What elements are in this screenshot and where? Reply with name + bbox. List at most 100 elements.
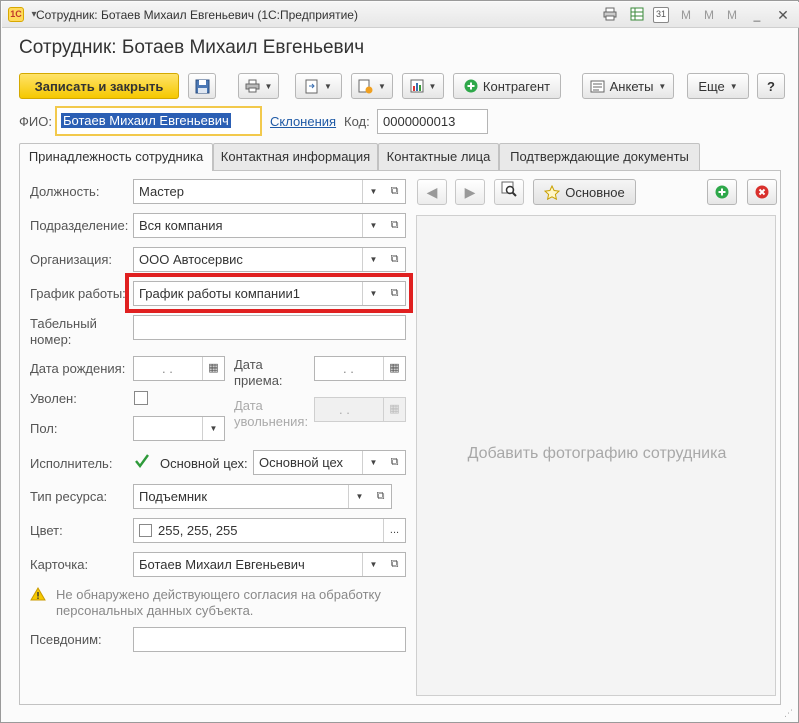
open-icon[interactable]: ⧉	[384, 552, 406, 577]
main-shop-value: Основной цех	[259, 455, 343, 470]
calendar-icon[interactable]: 31	[653, 7, 669, 23]
tab-contact-persons[interactable]: Контактные лица	[378, 143, 499, 170]
save-button[interactable]	[188, 73, 216, 99]
main-shop-field[interactable]: Основной цех ▼	[253, 450, 385, 475]
print-button[interactable]: ▼	[238, 73, 279, 99]
fio-label: ФИО:	[19, 114, 52, 129]
hire-date-value: . .	[343, 361, 354, 376]
chevron-down-icon[interactable]: ▼	[362, 248, 384, 271]
card-value: Ботаев Михаил Евгеньевич	[139, 557, 305, 572]
next-photo-button[interactable]: ▶	[455, 179, 485, 205]
chevron-down-icon: ▼	[324, 81, 332, 91]
organization-label: Организация:	[30, 252, 113, 267]
alias-field[interactable]	[133, 627, 406, 652]
open-icon[interactable]: ⧉	[384, 213, 406, 238]
kod-label: Код:	[344, 114, 370, 129]
document-arrow-icon	[305, 79, 318, 93]
main-shop-label: Основной цех:	[160, 456, 248, 471]
memory-minus-icon[interactable]: M	[701, 7, 717, 23]
print-icon[interactable]	[602, 7, 618, 23]
open-icon[interactable]: ⧉	[384, 179, 406, 204]
more-button[interactable]: Еще ▼	[687, 73, 749, 99]
birth-date-value: . .	[162, 361, 173, 376]
ankety-button[interactable]: Анкеты ▼	[582, 73, 674, 99]
open-icon[interactable]: ⧉	[384, 247, 406, 272]
chevron-down-icon[interactable]: ▼	[202, 417, 224, 440]
warning-icon	[30, 587, 46, 601]
fio-value: Ботаев Михаил Евгеньевич	[61, 113, 231, 128]
add-photo-placeholder: Добавить фотографию сотрудника	[467, 445, 727, 462]
calendar-icon: ▦	[383, 398, 405, 421]
open-icon[interactable]: ⧉	[370, 484, 392, 509]
chevron-down-icon[interactable]: ▼	[348, 485, 370, 508]
card-field[interactable]: Ботаев Михаил Евгеньевич ▼	[133, 552, 385, 577]
arrow-left-icon: ◀	[426, 184, 438, 200]
printer-icon	[245, 79, 260, 93]
delete-circle-icon	[755, 185, 769, 199]
birth-date-field[interactable]: . . ▦	[133, 356, 225, 381]
minimize-icon[interactable]: _	[749, 7, 765, 23]
close-icon[interactable]: ✕	[775, 7, 791, 23]
title-bar: 1С ▾ Сотрудник: Ботаев Михаил Евгеньевич…	[2, 2, 799, 28]
resize-grip-icon[interactable]: ⋰	[784, 708, 794, 718]
executor-checkbox[interactable]	[134, 453, 150, 469]
memory-m-icon[interactable]: M	[724, 7, 740, 23]
hire-date-field[interactable]: . . ▦	[314, 356, 406, 381]
resource-type-field[interactable]: Подъемник ▼	[133, 484, 371, 509]
form-icon	[590, 80, 605, 92]
fio-field[interactable]: Ботаев Михаил Евгеньевич	[55, 106, 262, 136]
prev-photo-button[interactable]: ◀	[417, 179, 447, 205]
department-value: Вся компания	[139, 218, 223, 233]
tab-number-field[interactable]	[133, 315, 406, 340]
dismissal-date-value: . .	[339, 402, 350, 417]
tab-contact-info[interactable]: Контактная информация	[213, 143, 378, 170]
memory-plus-icon[interactable]: M	[678, 7, 694, 23]
tab-belonging[interactable]: Принадлежность сотрудника	[19, 143, 213, 171]
chevron-down-icon[interactable]: ▼	[362, 214, 384, 237]
magnifier-icon	[501, 181, 517, 197]
delete-photo-button[interactable]	[747, 179, 777, 205]
window-title: Сотрудник: Ботаев Михаил Евгеньевич (1С:…	[36, 8, 358, 22]
department-field[interactable]: Вся компания ▼	[133, 213, 385, 238]
highlight-frame	[125, 273, 413, 313]
checkmark-icon	[135, 454, 149, 468]
chevron-down-icon: ▼	[658, 81, 667, 91]
create-based-on-button[interactable]: ▼	[351, 73, 393, 99]
color-field[interactable]: 255, 255, 255 ...	[133, 518, 406, 543]
set-main-photo-button[interactable]: Основное	[533, 179, 636, 205]
zoom-photo-button[interactable]	[494, 179, 524, 205]
photo-panel[interactable]: Добавить фотографию сотрудника	[416, 215, 776, 696]
declensions-link[interactable]: Склонения	[270, 114, 336, 129]
chevron-down-icon[interactable]: ▼	[362, 553, 384, 576]
position-label: Должность:	[30, 184, 100, 199]
app-logo-icon: 1С	[8, 7, 24, 22]
reports-button[interactable]: ▼	[402, 73, 444, 99]
chevron-down-icon: ▼	[428, 81, 437, 91]
go-to-button[interactable]: ▼	[295, 73, 342, 99]
kontragent-button[interactable]: Контрагент	[453, 73, 561, 99]
page-title: Сотрудник: Ботаев Михаил Евгеньевич	[19, 37, 365, 58]
spreadsheet-icon[interactable]	[629, 7, 645, 23]
calendar-icon[interactable]: ▦	[383, 357, 405, 380]
add-photo-button[interactable]	[707, 179, 737, 205]
organization-value: ООО Автосервис	[139, 252, 243, 267]
color-select-button[interactable]: ...	[383, 519, 405, 542]
kod-field[interactable]: 0000000013	[377, 109, 488, 134]
floppy-icon	[195, 79, 209, 93]
help-button[interactable]: ?	[757, 73, 785, 99]
open-icon[interactable]: ⧉	[384, 450, 406, 475]
dismissed-checkbox[interactable]	[134, 391, 148, 405]
star-icon	[544, 184, 561, 200]
organization-field[interactable]: ООО Автосервис ▼	[133, 247, 385, 272]
tab-documents[interactable]: Подтверждающие документы	[499, 143, 700, 170]
add-circle-icon	[464, 79, 478, 93]
department-label: Подразделение:	[30, 218, 129, 233]
chevron-down-icon[interactable]: ▼	[362, 451, 384, 474]
chevron-down-icon[interactable]: ▼	[362, 180, 384, 203]
save-and-close-button[interactable]: Записать и закрыть	[19, 73, 179, 99]
position-field[interactable]: Мастер ▼	[133, 179, 385, 204]
card-label: Карточка:	[30, 557, 89, 572]
gender-field[interactable]: ▼	[133, 416, 225, 441]
calendar-icon[interactable]: ▦	[202, 357, 224, 380]
dismissed-label: Уволен:	[30, 391, 77, 406]
